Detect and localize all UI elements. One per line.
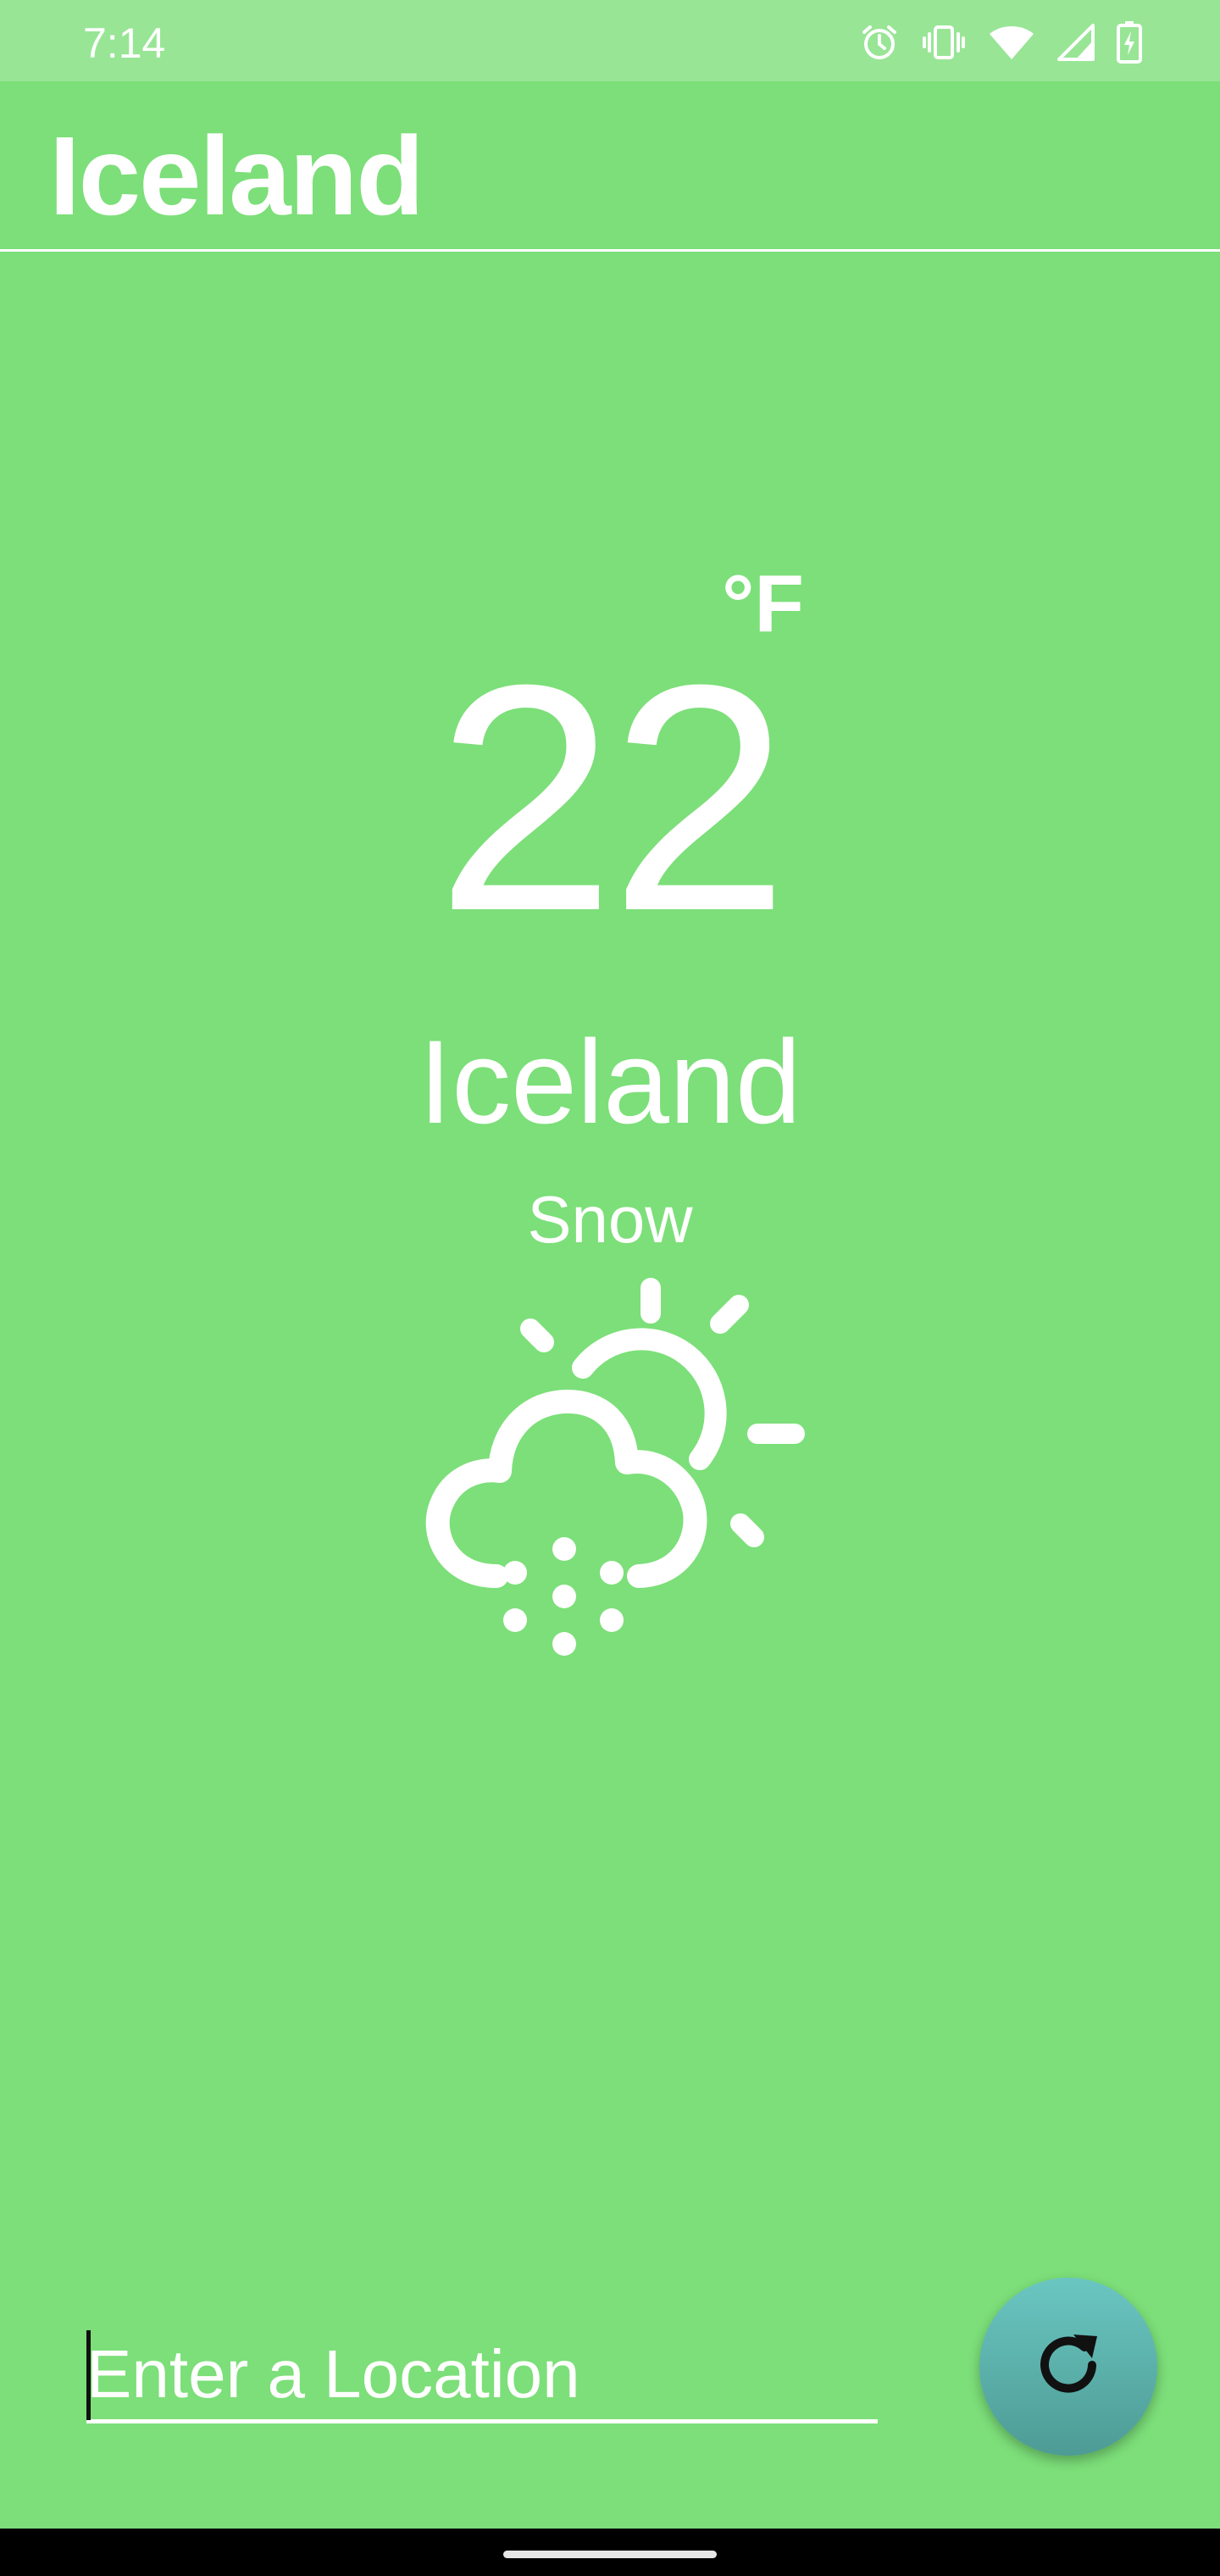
location-input[interactable]	[86, 2329, 878, 2423]
text-caret	[86, 2330, 91, 2420]
app-title: Iceland	[49, 114, 424, 238]
vibrate-icon	[922, 22, 966, 63]
temperature-value: 22	[435, 618, 790, 978]
refresh-button[interactable]	[979, 2278, 1157, 2456]
navigation-bar	[0, 2529, 1220, 2576]
status-time: 7:14	[83, 19, 166, 67]
status-icons	[859, 20, 1142, 64]
app-bar: Iceland	[0, 81, 1220, 252]
status-bar: 7:14	[0, 0, 1220, 81]
wifi-icon	[988, 22, 1035, 63]
home-gesture-handle[interactable]	[503, 2551, 717, 2558]
weather-condition: Snow	[527, 1182, 693, 1257]
alarm-icon	[859, 22, 900, 63]
refresh-icon	[1026, 2323, 1111, 2412]
battery-charging-icon	[1117, 21, 1142, 64]
location-name: Iceland	[419, 1015, 801, 1148]
cellular-signal-icon	[1057, 22, 1095, 63]
snow-partly-sunny-icon	[405, 1271, 812, 1678]
